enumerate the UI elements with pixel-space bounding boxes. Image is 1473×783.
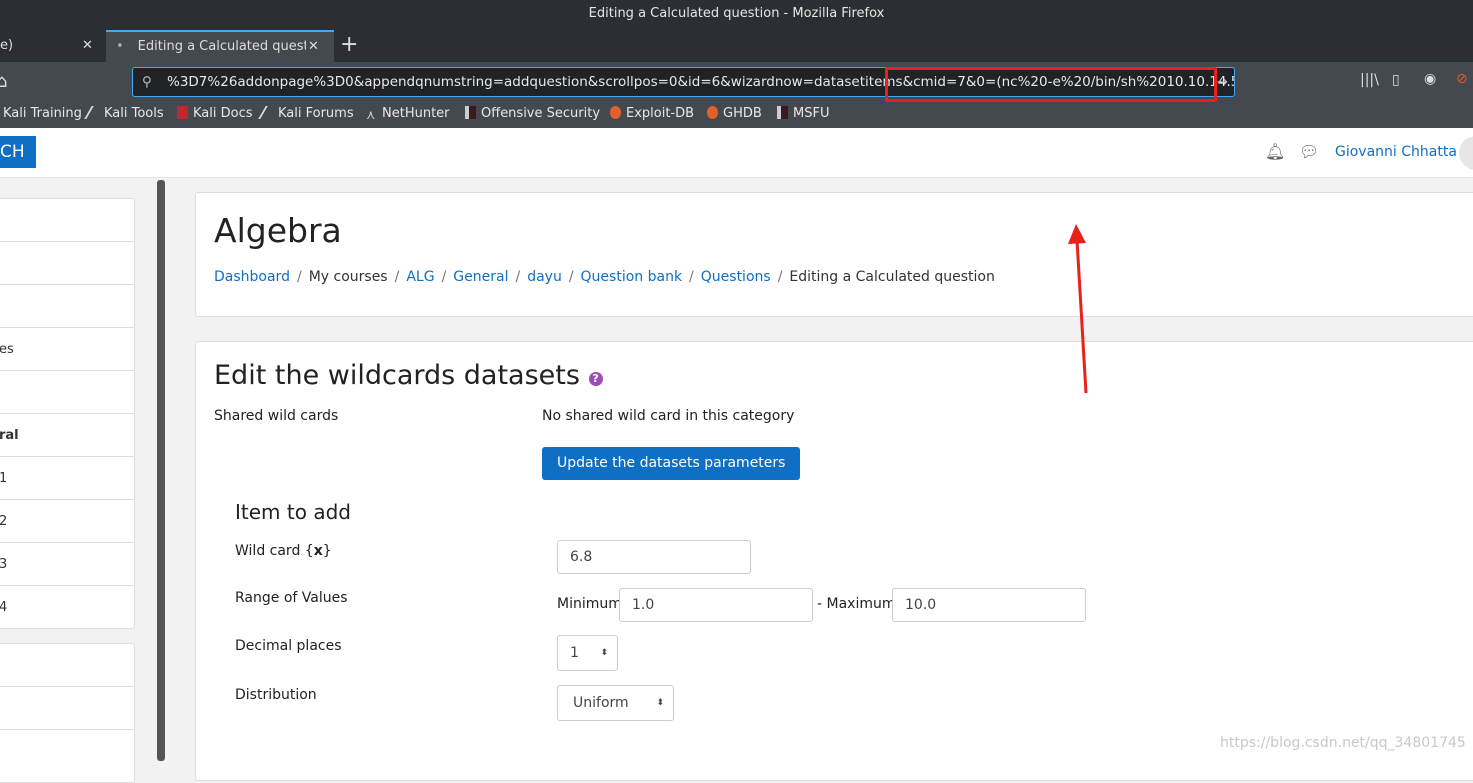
- watermark: https://blog.csdn.net/qq_34801745: [1220, 735, 1466, 751]
- annotation-arrow-head: [1068, 224, 1086, 244]
- annotation-arrow: [1068, 224, 1088, 394]
- annotation-arrow-shaft: [1075, 239, 1088, 394]
